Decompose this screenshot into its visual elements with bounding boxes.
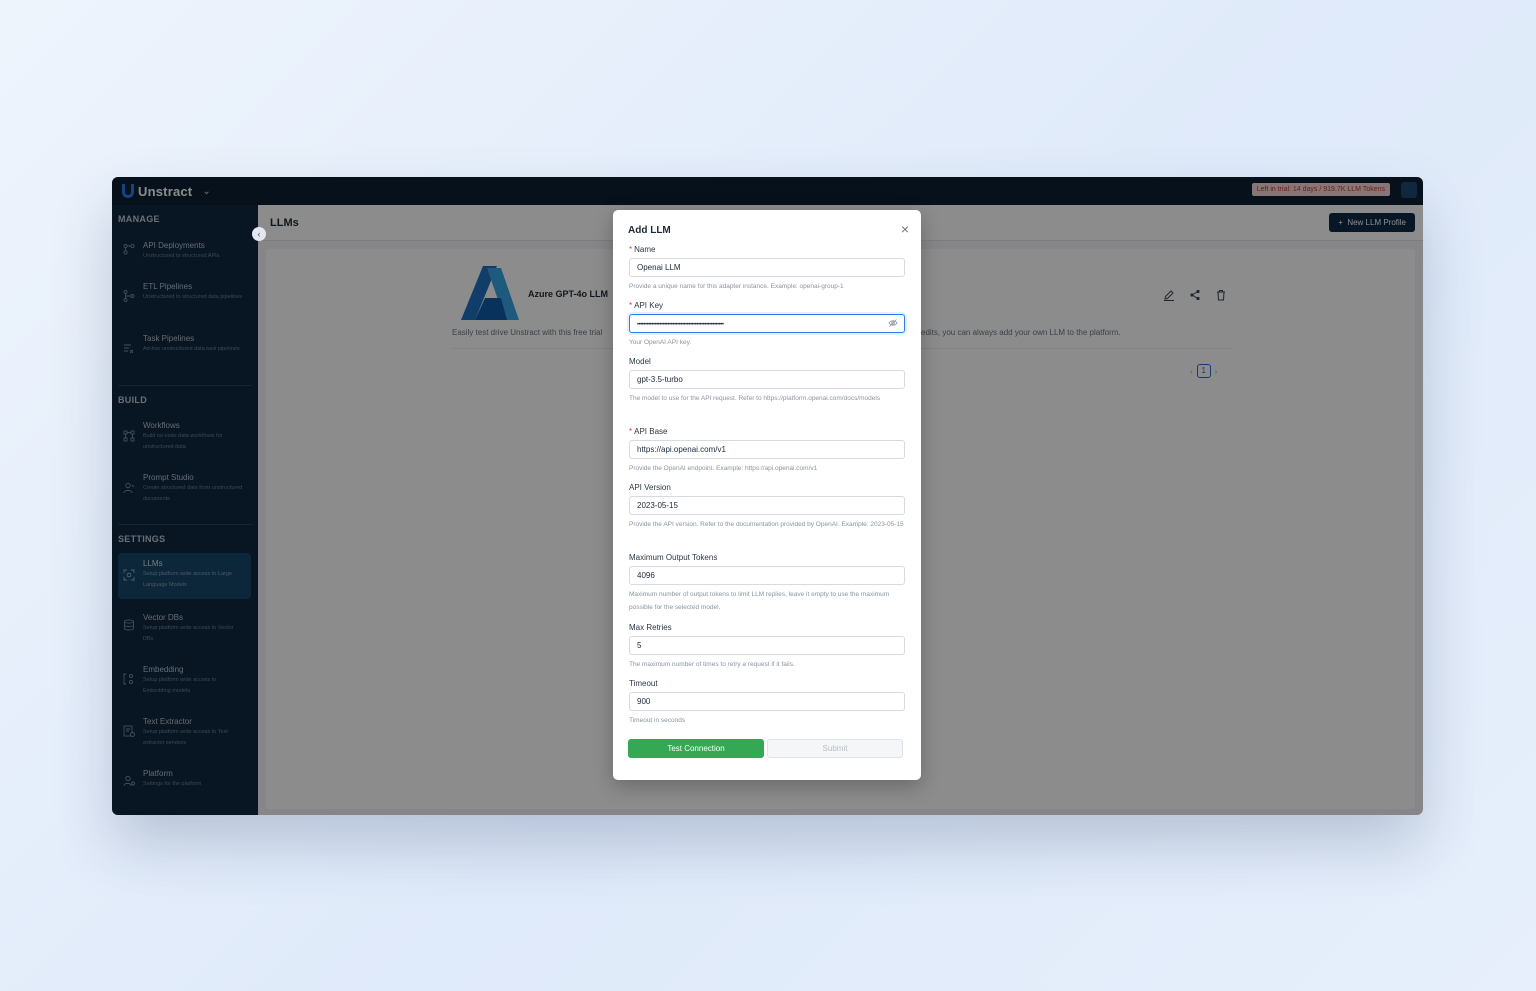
timeout-field: Timeout 900 Timeout in seconds (629, 678, 905, 727)
api-base-input[interactable]: https://api.openai.com/v1 (629, 440, 905, 459)
name-help: Provide a unique name for this adapter i… (629, 283, 844, 290)
api-base-help: Provide the OpenAI endpoint. Example: ht… (629, 465, 818, 472)
max-output-tokens-field: Maximum Output Tokens 4096 Maximum numbe… (629, 552, 905, 614)
name-input[interactable]: Openai LLM (629, 258, 905, 277)
collapse-sidebar-button[interactable]: ‹ (252, 227, 266, 241)
max-retries-input[interactable]: 5 (629, 636, 905, 655)
max-output-tokens-input[interactable]: 4096 (629, 566, 905, 585)
modal-title: Add LLM (628, 225, 671, 236)
submit-button[interactable]: Submit (767, 739, 903, 758)
api-key-input[interactable]: ••••••••••••••••••••••••••••••••••••••••… (629, 314, 905, 333)
api-key-label: API Key (634, 301, 664, 310)
max-output-tokens-label: Maximum Output Tokens (629, 553, 718, 562)
timeout-help: Timeout in seconds (629, 717, 686, 724)
model-input[interactable]: gpt-3.5-turbo (629, 370, 905, 389)
max-retries-field: Max Retries 5 The maximum number of time… (629, 622, 905, 671)
name-label: Name (634, 245, 656, 254)
timeout-input[interactable]: 900 (629, 692, 905, 711)
name-field: * Name Openai LLM Provide a unique name f… (629, 244, 905, 293)
api-base-label: API Base (634, 427, 668, 436)
eye-invisible-icon[interactable] (888, 318, 898, 328)
close-icon[interactable]: × (898, 221, 912, 237)
max-retries-label: Max Retries (629, 623, 672, 632)
api-version-help: Provide the API version. Refer to the do… (629, 521, 904, 528)
model-help: The model to use for the API request. Re… (629, 395, 881, 402)
max-retries-help: The maximum number of times to retry a r… (629, 661, 795, 668)
add-llm-modal: Add LLM × * Name Openai LLM Provide a uni… (613, 210, 921, 780)
api-key-field: * API Key •••••••••••••••••••••••••••••••… (629, 300, 905, 349)
api-version-field: API Version 2023-05-15 Provide the API v… (629, 482, 905, 531)
test-connection-button[interactable]: Test Connection (628, 739, 764, 758)
required-marker: * (629, 301, 633, 310)
api-key-help: Your OpenAI API key. (629, 339, 692, 346)
api-version-label: API Version (629, 483, 671, 492)
api-base-field: * API Base https://api.openai.com/v1 Prov… (629, 426, 905, 475)
api-version-input[interactable]: 2023-05-15 (629, 496, 905, 515)
timeout-label: Timeout (629, 679, 658, 688)
required-marker: * (629, 245, 633, 254)
api-key-value: ••••••••••••••••••••••••••••••••••••••••… (637, 322, 724, 328)
max-output-tokens-help: Maximum number of output tokens to limit… (629, 591, 890, 611)
required-marker: * (629, 427, 633, 436)
model-label: Model (629, 357, 651, 366)
model-field: Model gpt-3.5-turbo The model to use for… (629, 356, 905, 405)
